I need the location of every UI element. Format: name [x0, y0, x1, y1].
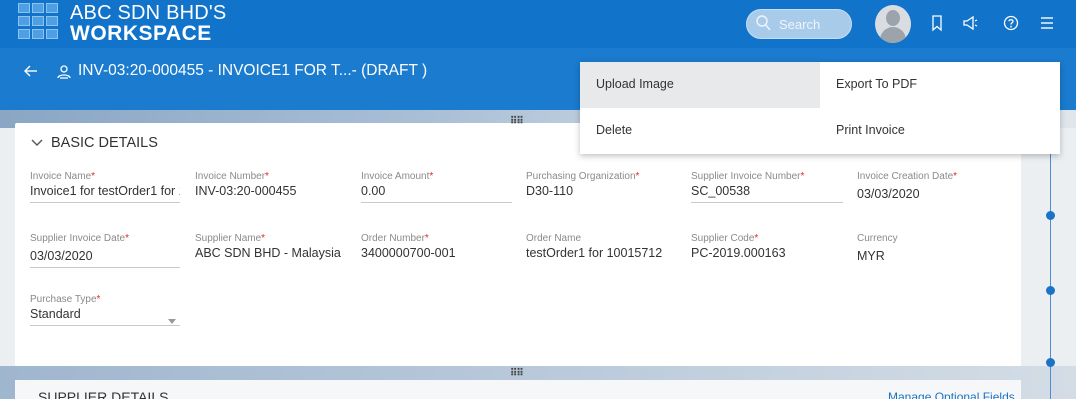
supplier-invoice-number-field[interactable]: Supplier Invoice Number* SC_00538 [691, 171, 843, 203]
purchase-type-select[interactable]: Purchase Type* Standard [30, 294, 180, 326]
megaphone-icon[interactable] [961, 14, 979, 32]
menu-item-print-invoice[interactable]: Print Invoice [820, 108, 1060, 154]
invoice-title: INV-03:20-000455 - INVOICE1 FOR T...- (D… [78, 62, 428, 79]
timeline-dot[interactable] [1046, 358, 1055, 367]
brand-workspace: WORKSPACE [70, 22, 212, 45]
dropdown-caret-icon[interactable] [168, 312, 176, 325]
menu-item-export-pdf[interactable]: Export To PDF [820, 62, 1060, 108]
drag-handle-icon[interactable]: ⠿⠿ [510, 116, 524, 127]
manage-optional-fields-link[interactable]: Manage Optional Fields [888, 390, 1015, 399]
supplier-name-field: Supplier Name* ABC SDN BHD - Malaysia [195, 233, 341, 260]
drag-handle-icon[interactable]: ⠿⠿ [510, 368, 524, 379]
menu-item-upload-image[interactable]: Upload Image [580, 62, 820, 108]
order-number-field: Order Number* 3400000700-001 [361, 233, 456, 260]
order-name-field: Order Name testOrder1 for 10015712 [526, 233, 663, 260]
invoice-name-field[interactable]: Invoice Name* Invoice1 for testOrder1 fo… [30, 171, 180, 203]
search-icon [755, 14, 771, 37]
invoice-amount-field[interactable]: Invoice Amount* 0.00 [361, 171, 512, 203]
basic-details-header[interactable]: BASIC DETAILS [31, 135, 158, 151]
search-placeholder: Search [779, 17, 821, 32]
invoice-creation-date-field: Invoice Creation Date* 03/03/2020 [857, 171, 958, 201]
help-icon[interactable] [1002, 14, 1020, 32]
logo-icon [18, 3, 64, 43]
hamburger-menu-icon[interactable] [1038, 14, 1056, 32]
timeline-dot[interactable] [1046, 211, 1055, 220]
document-user-icon [56, 64, 72, 85]
supplier-details-header[interactable]: SUPPLIER DETAILS [38, 389, 168, 399]
actions-menu: Upload Image Export To PDF Delete Print … [580, 62, 1060, 154]
search-input[interactable]: Search [746, 9, 852, 39]
bookmark-icon[interactable] [928, 14, 946, 32]
user-avatar[interactable] [875, 5, 911, 43]
menu-item-delete[interactable]: Delete [580, 108, 820, 154]
supplier-code-field: Supplier Code* PC-2019.000163 [691, 233, 786, 260]
chevron-down-icon[interactable] [31, 135, 43, 151]
section-title: BASIC DETAILS [51, 135, 158, 151]
back-arrow-icon[interactable] [24, 64, 38, 83]
invoice-number-field: Invoice Number* INV-03:20-000455 [195, 171, 297, 198]
currency-field: Currency MYR [857, 233, 898, 263]
purchasing-organization-field: Purchasing Organization* D30-110 [526, 171, 640, 198]
top-header: ABC SDN BHD'S WORKSPACE Search [0, 0, 1076, 48]
timeline-dot[interactable] [1046, 286, 1055, 295]
supplier-invoice-date-field[interactable]: Supplier Invoice Date* 03/03/2020 [30, 233, 180, 268]
